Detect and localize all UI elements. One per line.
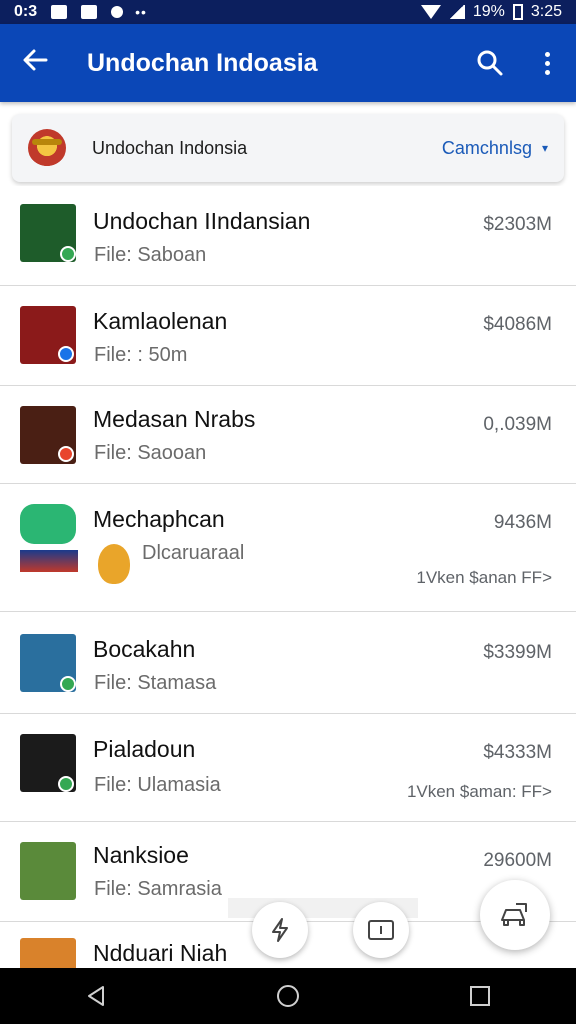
- list-item[interactable]: Medasan Nrabs File: Saooan 0,.039M: [0, 386, 576, 484]
- status-time-left: 0:3: [14, 3, 38, 20]
- item-file: File: Stamasa: [94, 672, 217, 694]
- landscape-logo-icon: [20, 842, 76, 900]
- list-item[interactable]: Mechaphcan Dlcaruaraal 9436M 1Vken $anan…: [0, 484, 576, 612]
- list-item[interactable]: Bocakahn File: Stamasa $3399M: [0, 612, 576, 714]
- list-item[interactable]: Kamlaolenan File: : 50m $4086M: [0, 286, 576, 386]
- filter-card: Undochan Indonsia Camchnlsg ▾: [12, 114, 564, 182]
- item-size: 29600M: [483, 850, 552, 871]
- item-file: File: Saooan: [94, 442, 207, 464]
- status-badge: [58, 776, 74, 792]
- status-badge: [58, 446, 74, 462]
- filter-dropdown[interactable]: Camchnlsg ▾: [442, 138, 548, 159]
- item-file: File: Ulamasia: [94, 774, 221, 796]
- cookie-icon: [98, 544, 130, 584]
- item-name: Bocakahn: [93, 636, 196, 662]
- recents-square-icon[interactable]: [460, 976, 500, 1016]
- item-name: Pialadoun: [93, 736, 196, 762]
- item-action-link[interactable]: 1Vken $aman: FF>: [407, 782, 552, 802]
- item-size: $4333M: [483, 742, 552, 763]
- item-name: Undochan IIndansian: [93, 208, 311, 234]
- item-file: File: Samrasia: [94, 878, 222, 900]
- system-nav-bar: [0, 968, 576, 1024]
- battery-icon: [512, 4, 523, 20]
- filter-dropdown-value: Camchnlsg: [441, 137, 532, 158]
- download-list: Undochan IIndansian File: Saboan $2303M …: [0, 186, 576, 982]
- status-badge: [60, 246, 76, 262]
- wifi-icon: [420, 5, 441, 19]
- home-circle-icon[interactable]: [268, 976, 308, 1016]
- item-size: $4086M: [483, 314, 552, 335]
- item-size: $2303M: [483, 214, 552, 235]
- back-arrow-icon[interactable]: [0, 46, 70, 80]
- list-item[interactable]: Undochan IIndansian File: Saboan $2303M: [0, 186, 576, 286]
- mail-icon: [81, 5, 98, 19]
- urah-logo-icon: [20, 504, 76, 544]
- status-badge: [58, 346, 74, 362]
- item-file: File: : 50m: [94, 344, 188, 366]
- item-desc: Dlcaruaraal: [142, 542, 245, 564]
- item-name: Ndduari Niah: [93, 940, 228, 966]
- brand-wordmark-icon: [20, 550, 78, 572]
- car-share-icon[interactable]: [480, 880, 550, 950]
- item-size: $3399M: [483, 642, 552, 663]
- status-badge: [60, 676, 76, 692]
- page-title: Undochan Indoasia: [87, 48, 318, 77]
- app-bar: Undochan Indoasia: [0, 24, 576, 102]
- item-action-link[interactable]: 1Vken $anan FF>: [416, 568, 552, 588]
- search-icon[interactable]: [468, 41, 512, 85]
- status-time-right: 3:25: [530, 3, 562, 20]
- item-size: 0,.039M: [483, 414, 552, 435]
- more-vert-icon[interactable]: [532, 41, 562, 85]
- more-notifications-icon: ••: [135, 4, 147, 20]
- notification-icon: [51, 5, 68, 19]
- item-size: 9436M: [493, 512, 552, 533]
- item-name: Nanksioe: [93, 842, 189, 868]
- item-name: Mechaphcan: [93, 506, 225, 532]
- signal-icon: [448, 5, 465, 19]
- info-card-icon[interactable]: [353, 902, 409, 958]
- lightning-icon[interactable]: [252, 902, 308, 958]
- indonesia-emblem-icon: [28, 129, 66, 167]
- list-item[interactable]: Pialadoun File: Ulamasia $4333M 1Vken $a…: [0, 714, 576, 822]
- status-bar: 0:3 •• 19% 3:25: [0, 0, 576, 24]
- chevron-down-icon: ▾: [541, 141, 548, 155]
- back-triangle-icon[interactable]: [76, 976, 116, 1016]
- item-name: Medasan Nrabs: [93, 406, 256, 432]
- filter-label: Undochan Indonsia: [92, 137, 248, 158]
- item-name: Kamlaolenan: [93, 308, 228, 334]
- record-icon: [111, 6, 124, 18]
- battery-percent: 19%: [472, 3, 505, 20]
- item-file: File: Saboan: [94, 244, 207, 266]
